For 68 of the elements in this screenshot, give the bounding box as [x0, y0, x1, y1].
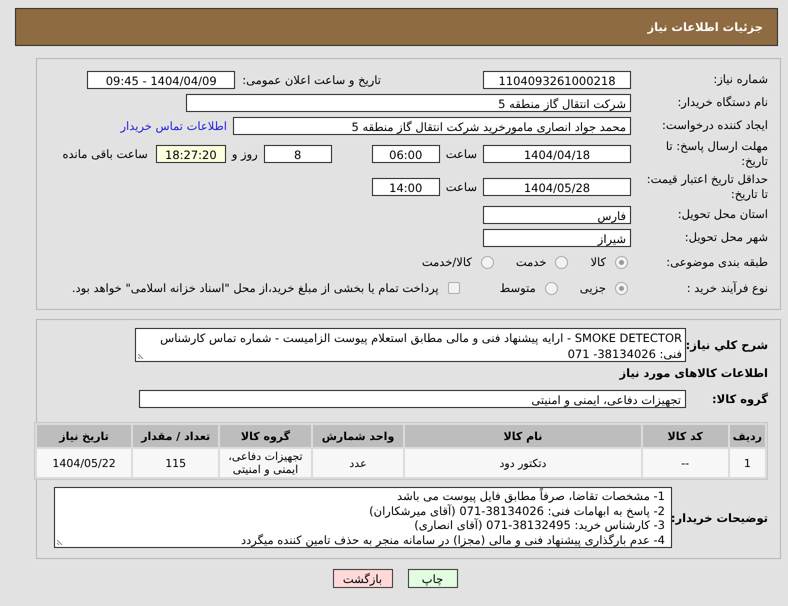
- table-cell: دتکتور دود: [405, 449, 641, 477]
- radio-button[interactable]: [480, 256, 494, 268]
- checkbox-label: پرداخت تمام یا بخشی از مبلغ خرید،از محل "اسناد خزانه اسلامی" خواهد بود.: [72, 281, 439, 295]
- field-label: ساعت: [446, 180, 477, 194]
- column-header: تعداد / مقدار: [133, 425, 218, 447]
- field-label: توضیحات خریدار:: [674, 510, 768, 524]
- buyer-org-field: شرکت انتقال گاز منطقه 5: [186, 94, 631, 112]
- column-header: تاریخ نیاز: [37, 425, 132, 447]
- field-label: روز و: [232, 146, 258, 160]
- goods-group-field: تجهیزات دفاعی، ایمنی و امنیتی: [139, 390, 686, 408]
- field-label: شهر محل تحویل:: [684, 230, 768, 245]
- column-header: گروه کالا: [220, 425, 311, 447]
- resize-grip-icon[interactable]: [138, 352, 145, 359]
- radio-button[interactable]: [615, 256, 628, 268]
- field-label: نام دستگاه خریدار:: [676, 95, 768, 110]
- validity-date-field: 1404/05/28: [483, 178, 631, 196]
- table-cell: عدد: [312, 449, 404, 477]
- field-label: طبقه بندی موضوعی:: [665, 254, 768, 270]
- field-label: شماره نیاز:: [712, 72, 768, 87]
- need-number-field: 1104093261000218: [483, 70, 631, 88]
- table-cell: 1: [730, 449, 765, 477]
- deadline-time-field: 06:00: [372, 144, 440, 162]
- page-title: جزئیات اطلاعات نیاز: [647, 20, 763, 34]
- buyer-notes-field[interactable]: [54, 487, 672, 548]
- deadline-date-field: 1404/04/18: [483, 144, 631, 162]
- field-label: مهلت ارسال پاسخ: تا تاریخ:: [664, 138, 768, 168]
- back-button[interactable]: بازگشت: [332, 569, 392, 588]
- column-header: کد کالا: [642, 425, 728, 447]
- field-label: تاریخ و ساعت اعلان عمومی:: [242, 72, 381, 86]
- table-cell: تجهیزات دفاعی، ایمنی و امنیتی: [220, 449, 311, 477]
- radio-button[interactable]: [555, 256, 568, 268]
- note-line: 4- عدم بارگذاری پیشنهاد فنی و مالی (مجزا) در سامانه منجر به حذف تامین کننده میگردد: [240, 532, 665, 547]
- column-header: ردیف: [730, 425, 765, 447]
- remaining-time-field: 18:27:20: [156, 144, 226, 162]
- column-header: نام کالا: [405, 425, 641, 447]
- radio-button[interactable]: [544, 282, 558, 294]
- requester-field: محمد جواد انصاری مامورخرید شرکت انتقال گاز منطقه 5: [233, 116, 631, 134]
- description-field[interactable]: SMOKE DETECTOR - ارایه پیشنهاد فنی و مالی مطابق استعلام پیوست الزامیست - شماره تماس کارشناس فنی: 38134026- 071: [135, 328, 686, 362]
- section-heading: اطلاعات کالاهای مورد نیاز: [618, 366, 768, 380]
- field-label: ایجاد کننده درخواست:: [661, 118, 768, 133]
- radio-button[interactable]: [615, 282, 628, 294]
- note-line: 1- مشخصات تقاضا، صرفاً مطابق فایل پیوست می باشد: [396, 489, 665, 504]
- checkbox[interactable]: [448, 282, 460, 294]
- print-button[interactable]: چاپ: [408, 569, 458, 588]
- days-field: 8: [264, 144, 332, 162]
- province-field: فارس: [483, 206, 631, 224]
- field-label: گروه کالا:: [711, 392, 768, 406]
- field-label: ساعت: [446, 146, 477, 160]
- contact-link[interactable]: اطلاعات تماس خریدار: [120, 118, 227, 132]
- option-label: کالا/خدمت: [422, 255, 472, 269]
- table-cell: 115: [133, 449, 218, 477]
- option-label: متوسط: [500, 281, 536, 295]
- city-field: شیراز: [483, 228, 631, 246]
- table-cell: --: [642, 449, 728, 477]
- table-cell: 1404/05/22: [37, 449, 132, 477]
- option-label: خدمت: [516, 255, 546, 269]
- option-label: جزیی: [580, 281, 606, 295]
- resize-grip-icon[interactable]: [57, 538, 64, 545]
- field-label: حداقل تاریخ اعتبار قیمت: تا تاریخ:: [646, 172, 768, 202]
- note-line: 2- پاسخ به ابهامات فنی: 38134026-071 (آقای میرشکاران): [368, 504, 665, 518]
- field-label: استان محل تحویل:: [676, 207, 768, 222]
- validity-time-field: 14:00: [372, 178, 440, 196]
- column-header: واحد شمارش: [312, 425, 404, 447]
- field-label: ساعت باقی مانده: [62, 146, 148, 160]
- note-line: 3- کارشناس خرید: 38132495-071 (آقای انصاری): [413, 518, 665, 532]
- announce-date-field: 1404/04/09 - 09:45: [87, 70, 236, 88]
- option-label: کالا: [590, 255, 606, 269]
- field-label: نوع فرآیند خرید :: [686, 280, 768, 296]
